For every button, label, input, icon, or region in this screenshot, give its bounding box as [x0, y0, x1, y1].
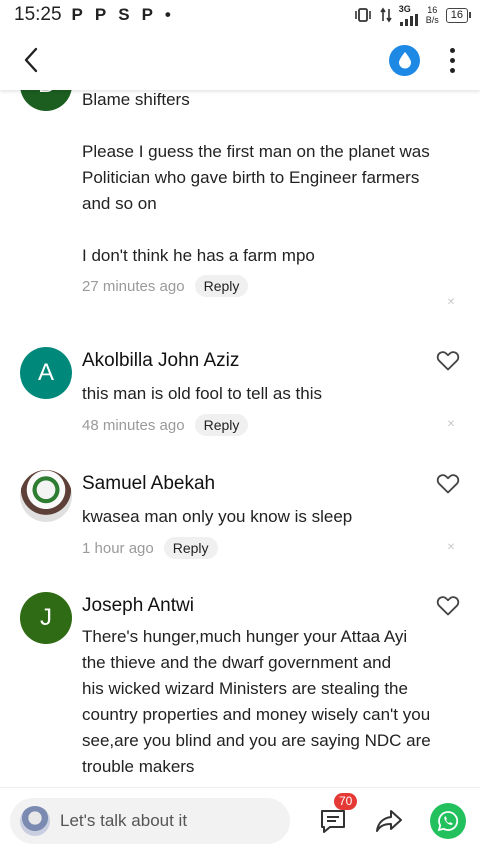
comments-list[interactable]: B Blame shifters Please I guess the firs… — [0, 90, 480, 787]
comment-time: 48 minutes ago — [82, 416, 185, 434]
avatar[interactable]: B — [20, 90, 72, 111]
comment-meta: 1 hour ago Reply — [82, 537, 218, 559]
back-button[interactable] — [16, 40, 46, 80]
avatar[interactable] — [20, 470, 72, 522]
water-drop-icon — [398, 52, 411, 69]
status-time: 15:25 — [14, 4, 62, 25]
vibrate-icon — [354, 8, 371, 22]
top-app-bar — [0, 30, 480, 90]
status-bar: 15:25 P P S P • 3G 16 B/s 16 — [0, 0, 480, 30]
commenter-name[interactable]: Akolbilla John Aziz — [82, 350, 239, 372]
comment-meta: 27 minutes ago Reply — [82, 275, 249, 297]
comment-time: 1 hour ago — [82, 539, 154, 557]
whatsapp-icon — [437, 811, 459, 832]
notification-icons: P P S P • — [72, 5, 171, 25]
more-vertical-icon — [449, 47, 455, 53]
heart-icon[interactable] — [436, 472, 460, 494]
dismiss-icon[interactable]: ✕ — [445, 542, 457, 554]
comment-count-badge: 70 — [334, 793, 358, 810]
reply-button[interactable]: Reply — [194, 414, 249, 436]
reply-button[interactable]: Reply — [194, 275, 249, 297]
reply-button[interactable]: Reply — [163, 537, 218, 559]
avatar[interactable]: J — [20, 592, 72, 644]
bottom-bar: Let's talk about it 70 — [0, 787, 480, 854]
chevron-left-icon — [24, 47, 38, 73]
heart-icon[interactable] — [436, 349, 460, 371]
signal-icon — [399, 13, 418, 26]
commenter-name[interactable]: Joseph Antwi — [82, 595, 194, 617]
dismiss-icon[interactable]: ✕ — [445, 297, 457, 309]
avatar[interactable]: A — [20, 347, 72, 399]
data-transfer-icon — [380, 7, 392, 23]
user-avatar — [20, 806, 50, 836]
commenter-name[interactable]: Samuel Abekah — [82, 473, 215, 495]
comment-meta: 48 minutes ago Reply — [82, 414, 249, 436]
comment-input[interactable]: Let's talk about it — [10, 798, 290, 844]
comment-text: Blame shifters Please I guess the first … — [82, 90, 430, 265]
more-vertical-button[interactable] — [446, 45, 458, 75]
comment-time: 27 minutes ago — [82, 277, 185, 295]
heart-icon[interactable] — [436, 594, 460, 616]
comment-text: There's hunger,much hunger your Attaa Ay… — [82, 627, 431, 776]
comments-button[interactable]: 70 — [318, 793, 358, 836]
notification-dot-icon: • — [164, 5, 171, 24]
notification-icon-3: S — [118, 5, 130, 24]
comment-input-placeholder: Let's talk about it — [60, 811, 188, 830]
comment-text: kwasea man only you know is sleep — [82, 507, 353, 526]
notification-icon-2: P — [94, 5, 107, 24]
share-icon[interactable] — [374, 807, 404, 835]
battery-icon: 16 — [445, 7, 472, 23]
comment-icon — [321, 810, 345, 833]
dismiss-icon[interactable]: ✕ — [445, 419, 457, 431]
water-drop-button[interactable] — [389, 44, 420, 76]
network-type: 3G — [399, 4, 419, 26]
comment-text: this man is old fool to tell as this — [82, 384, 323, 403]
whatsapp-share-button[interactable] — [430, 803, 466, 839]
system-icons: 3G 16 B/s 16 — [353, 4, 472, 26]
notification-icon-1: P — [71, 5, 83, 24]
notification-icon-4: P — [141, 5, 153, 24]
network-speed: 16 B/s — [425, 5, 439, 25]
